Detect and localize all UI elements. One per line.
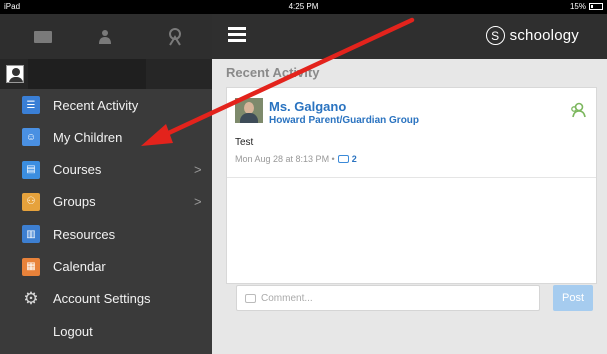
groups-icon: ⚇ <box>22 192 40 211</box>
children-icon: ☺ <box>22 128 40 147</box>
post-button[interactable]: Post <box>553 285 593 311</box>
sidebar-item-courses[interactable]: ▤ Courses > <box>0 154 212 186</box>
status-bar: iPad 4:25 PM 15% <box>0 0 607 14</box>
sidebar-tabs <box>0 14 212 59</box>
post-meta: Mon Aug 28 at 8:13 PM • 2 <box>235 154 357 164</box>
battery-status: 15% <box>570 2 603 11</box>
people-icon <box>99 30 111 44</box>
profile-row[interactable] <box>0 59 212 89</box>
hamburger-icon[interactable] <box>228 27 246 42</box>
divider <box>227 177 596 178</box>
calendar-icon: ▦ <box>22 257 40 276</box>
sidebar-item-label: Calendar <box>53 259 106 274</box>
sidebar-item-label: Logout <box>53 323 93 339</box>
sidebar-item-label: Account Settings <box>53 291 151 307</box>
sidebar-item-calendar[interactable]: ▦ Calendar <box>0 251 212 283</box>
sidebar-item-logout[interactable]: Logout <box>0 315 212 347</box>
app-frame: iPad 4:25 PM 15% ☰ Recent Activity ☺ My … <box>0 0 607 354</box>
sidebar-item-label: Recent Activity <box>53 97 139 113</box>
activity-post: Ms. Galgano Howard Parent/Guardian Group… <box>226 87 597 239</box>
post-timestamp: Mon Aug 28 at 8:13 PM • <box>235 154 335 164</box>
comment-placeholder: Comment... <box>261 292 313 304</box>
post-author-link[interactable]: Ms. Galgano <box>269 99 346 114</box>
battery-percent: 15% <box>569 2 586 11</box>
sidebar-item-groups[interactable]: ⚇ Groups > <box>0 186 212 218</box>
messages-tab[interactable] <box>18 22 68 52</box>
recent-activity-icon: ☰ <box>22 96 40 114</box>
comment-bar: Comment... Post <box>226 281 597 311</box>
sidebar-item-label: My Children <box>53 129 123 145</box>
battery-icon <box>589 3 603 10</box>
author-avatar[interactable] <box>235 98 263 123</box>
brand-name: schoology <box>509 27 579 44</box>
gear-icon: ⚙ <box>23 288 39 308</box>
resources-icon: ▥ <box>22 225 40 244</box>
sidebar-item-label: Resources <box>53 226 116 242</box>
brand-logo: S schoology <box>485 26 579 45</box>
envelope-icon <box>34 31 52 43</box>
post-body: Test <box>235 137 254 148</box>
page-title: Recent Activity <box>226 65 320 80</box>
comments-area <box>226 234 597 284</box>
chevron-right-icon: > <box>194 194 202 210</box>
sidebar-item-my-children[interactable]: ☺ My Children <box>0 121 212 153</box>
courses-icon: ▤ <box>22 160 40 179</box>
clock: 4:25 PM <box>288 2 319 11</box>
schoology-logo-icon: S <box>485 26 505 45</box>
chevron-right-icon: > <box>194 162 202 178</box>
main-content: Recent Activity Ms. Galgano Howard Paren… <box>212 59 607 354</box>
sidebar: ☰ Recent Activity ☺ My Children ▤ Courses > ⚇ Gr… <box>0 14 212 354</box>
sidebar-item-resources[interactable]: ▥ Resources <box>0 218 212 250</box>
avatar-icon <box>6 65 24 83</box>
main-header: S schoology <box>212 14 607 59</box>
comment-input[interactable]: Comment... <box>236 285 540 311</box>
group-icon <box>571 102 586 118</box>
profile-name <box>28 59 146 89</box>
sidebar-item-label: Courses <box>53 162 102 178</box>
sidebar-item-account-settings[interactable]: ⚙ Account Settings <box>0 283 212 315</box>
sidebar-item-recent-activity[interactable]: ☰ Recent Activity <box>0 89 212 121</box>
notifications-tab[interactable] <box>150 22 200 52</box>
comment-icon[interactable] <box>337 155 349 163</box>
comment-bubble-icon <box>245 294 256 303</box>
comment-count[interactable]: 2 <box>352 154 357 164</box>
requests-tab[interactable] <box>80 22 130 52</box>
sidebar-item-label: Groups <box>53 194 96 210</box>
notification-icon <box>169 28 181 46</box>
post-group-link[interactable]: Howard Parent/Guardian Group <box>269 115 419 126</box>
